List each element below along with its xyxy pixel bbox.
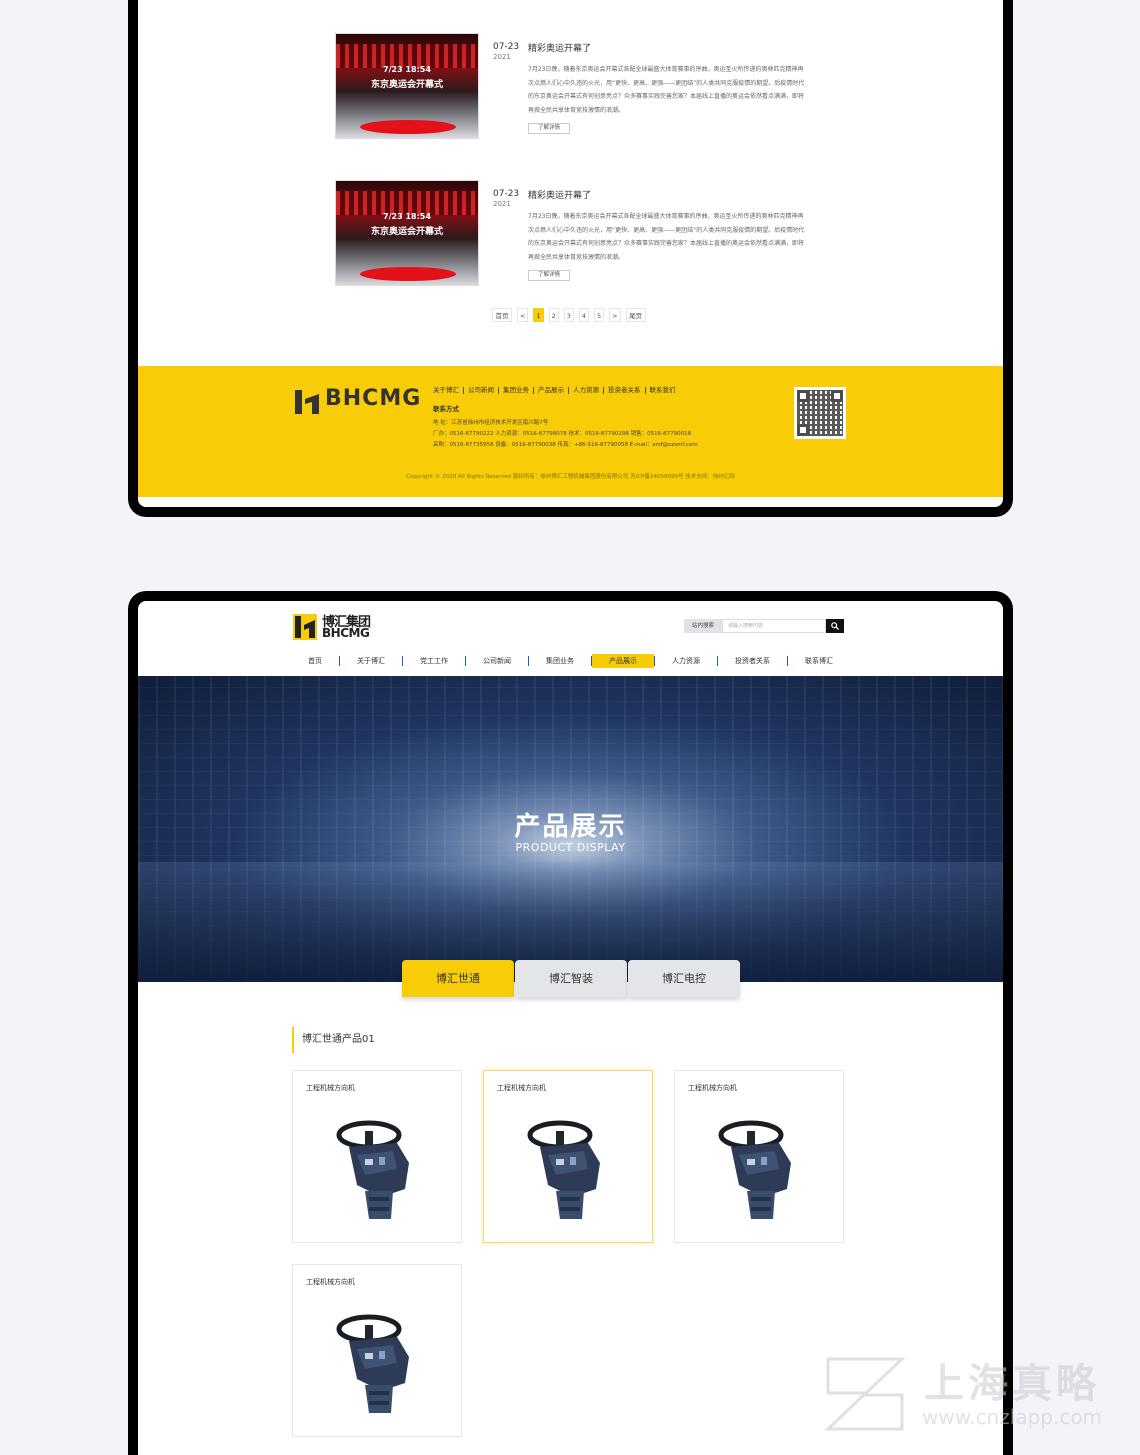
tab-bohui-shitong[interactable]: 博汇世通 (402, 960, 514, 997)
search-button[interactable] (826, 619, 844, 633)
tab-bohui-zhizhuang[interactable]: 博汇智装 (515, 960, 627, 997)
thumb-time: 7/23 18:54 (383, 65, 431, 74)
product-name: 工程机械方向机 (306, 1084, 355, 1092)
device-frame-top: 7/23 18:54 东京奥运会开幕式 07-23 2021 精彩奥运开幕了 7… (128, 0, 1013, 517)
copyright: Copyright © 2020 All Rights Reserved 版权所… (406, 474, 735, 480)
product-card[interactable]: 工程机械方向机 (674, 1070, 844, 1243)
thumb-caption: 东京奥运会开幕式 (370, 80, 443, 90)
nav-item-about[interactable]: 关于博汇 (340, 654, 402, 668)
nav-item-investors[interactable]: 投资者关系 (718, 654, 787, 668)
nav-item-products[interactable]: 产品展示 (592, 654, 654, 668)
footer-nav: 关于博汇 公司新闻 集团业务 产品展示 人力资源 投资者关系 联系我们 (433, 387, 680, 394)
section-title: 博汇世通产品01 (292, 1027, 375, 1053)
news-year: 2021 (493, 200, 511, 208)
news-title[interactable]: 精彩奥运开幕了 (528, 41, 591, 54)
thumb-caption: 东京奥运会开幕式 (370, 227, 443, 237)
pager-page-3[interactable]: 3 (563, 308, 574, 322)
pagination: 首页 < 1 2 3 4 5 > 尾页 (492, 308, 646, 322)
footer-nav-news[interactable]: 公司新闻 (464, 387, 499, 394)
contact-phones: 厂办：0516-87790222 人力资源：0516-87798078 技术：0… (433, 431, 692, 437)
footer-nav-hr[interactable]: 人力资源 (569, 387, 604, 394)
device-frame-bottom: 博汇集团 BHCMG 站内搜索 请输入搜索内容 首页 关于博汇 党工工作 公司新… (128, 591, 1013, 1455)
news-summary: 7月23日晚，随着东京奥运会开幕式各配全球最盛大体育赛事的序曲，奥运圣火所传递的… (528, 213, 805, 261)
product-card[interactable]: 工程机械方向机 (292, 1070, 462, 1243)
footer-nav-products[interactable]: 产品展示 (534, 387, 569, 394)
footer-logo-text: BHCMG (325, 386, 422, 411)
nav-item-news[interactable]: 公司新闻 (466, 654, 528, 668)
search-icon (831, 622, 840, 631)
nav-item-hr[interactable]: 人力资源 (655, 654, 717, 668)
product-page-screen: 博汇集团 BHCMG 站内搜索 请输入搜索内容 首页 关于博汇 党工工作 公司新… (138, 601, 1003, 1455)
news-thumbnail[interactable]: 7/23 18:54 东京奥运会开幕式 (335, 180, 479, 286)
logo-english: BHCMG (322, 626, 370, 640)
pager-page-2[interactable]: 2 (548, 308, 559, 322)
product-card[interactable]: 工程机械方向机 (292, 1264, 462, 1437)
news-thumbnail[interactable]: 7/23 18:54 东京奥运会开幕式 (335, 33, 479, 139)
footer-nav-about[interactable]: 关于博汇 (433, 387, 464, 394)
search-label: 站内搜索 (684, 619, 722, 633)
pager-page-5[interactable]: 5 (594, 308, 605, 322)
contact-email: 采购：0516-87735958 设备：0516-87790038 传真：+86… (433, 442, 698, 448)
product-name: 工程机械方向机 (688, 1084, 737, 1092)
steering-unit-image (527, 1120, 600, 1219)
steering-unit-image (718, 1120, 791, 1219)
main-nav: 首页 关于博汇 党工工作 公司新闻 集团业务 产品展示 人力资源 投资者关系 联… (138, 648, 1003, 674)
steering-unit-image (336, 1314, 409, 1413)
pager-page-4[interactable]: 4 (578, 308, 590, 322)
read-more-button[interactable]: 了解详情 (528, 123, 570, 134)
news-item[interactable]: 7/23 18:54 东京奥运会开幕式 07-23 2021 精彩奥运开幕了 7… (335, 180, 835, 290)
nav-item-contact[interactable]: 联系博汇 (788, 654, 850, 668)
footer-nav-business[interactable]: 集团业务 (499, 387, 534, 394)
nav-item-home[interactable]: 首页 (291, 654, 339, 668)
news-date: 07-23 2021 (493, 189, 520, 209)
news-title[interactable]: 精彩奥运开幕了 (528, 188, 591, 201)
pager-page-1[interactable]: 1 (533, 308, 544, 322)
nav-item-business[interactable]: 集团业务 (529, 654, 591, 668)
pager-first[interactable]: 首页 (492, 308, 512, 322)
hero-banner: 产品展示 PRODUCT DISPLAY (138, 676, 1003, 982)
pager-last[interactable]: 尾页 (625, 308, 646, 322)
banner-subtitle: PRODUCT DISPLAY (515, 841, 626, 854)
pager-next[interactable]: > (609, 308, 621, 322)
news-year: 2021 (493, 53, 511, 61)
steering-unit-image (336, 1120, 409, 1219)
tab-bohui-diankong[interactable]: 博汇电控 (628, 960, 740, 997)
product-card[interactable]: 工程机械方向机 (483, 1070, 653, 1243)
qr-code (794, 387, 846, 439)
product-name: 工程机械方向机 (306, 1278, 355, 1286)
bhcmg-logo-icon (295, 390, 319, 414)
contact-address: 地 址：江苏省徐州市经济技术开发区南川路7号 (433, 420, 549, 426)
news-date: 07-23 2021 (493, 42, 520, 62)
news-summary: 7月23日晚，随着东京奥运会开幕式各配全球最盛大体育赛事的序曲，奥运圣火所传递的… (528, 66, 805, 114)
product-name: 工程机械方向机 (497, 1084, 546, 1092)
footer-nav-investors[interactable]: 投资者关系 (604, 387, 646, 394)
pager-prev[interactable]: < (517, 308, 529, 322)
footer-nav-contact[interactable]: 联系我们 (646, 387, 680, 394)
nav-item-party[interactable]: 党工工作 (403, 654, 465, 668)
banner-title: 产品展示 (514, 812, 627, 842)
category-tabs: 博汇世通 博汇智装 博汇电控 (402, 960, 740, 997)
site-search: 站内搜索 请输入搜索内容 (684, 619, 844, 633)
thumb-time: 7/23 18:54 (383, 212, 431, 221)
site-footer: BHCMG 关于博汇 公司新闻 集团业务 产品展示 人力资源 投资者关系 联系我… (138, 366, 1003, 497)
contact-title: 联系方式 (433, 405, 459, 413)
search-input[interactable]: 请输入搜索内容 (722, 619, 826, 633)
read-more-button[interactable]: 了解详情 (528, 270, 570, 281)
news-list-screen: 7/23 18:54 东京奥运会开幕式 07-23 2021 精彩奥运开幕了 7… (138, 0, 1003, 507)
bhcmg-logo-icon[interactable] (293, 614, 317, 640)
news-item[interactable]: 7/23 18:54 东京奥运会开幕式 07-23 2021 精彩奥运开幕了 7… (335, 33, 835, 143)
